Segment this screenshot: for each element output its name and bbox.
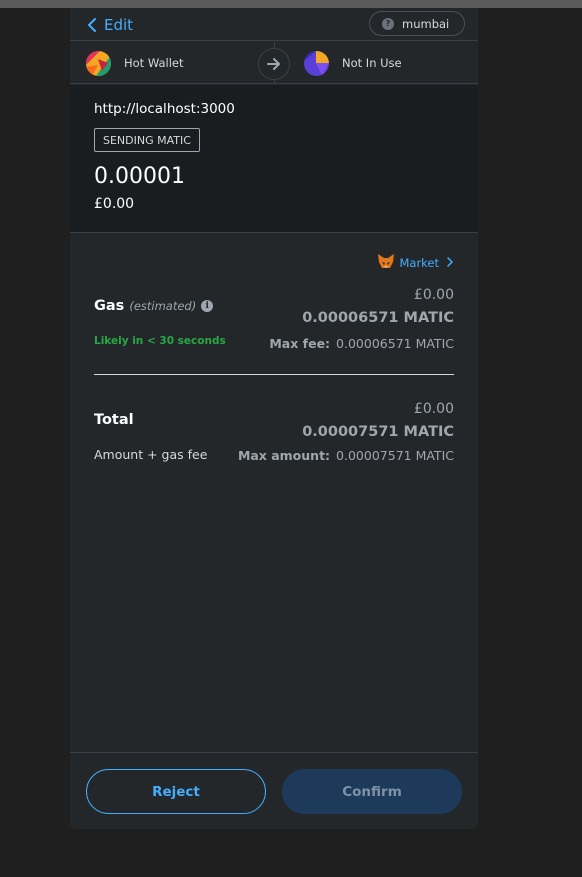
network-selector[interactable]: ? mumbai <box>369 11 465 36</box>
info-icon[interactable]: i <box>201 300 214 312</box>
confirm-button[interactable]: Confirm <box>282 769 462 814</box>
gas-native: 0.00006571 MATIC <box>302 310 454 326</box>
max-amount-value: 0.00007571 MATIC <box>336 448 454 463</box>
section-divider <box>94 374 454 375</box>
sending-tag: SENDING MATIC <box>94 128 200 152</box>
confirm-transaction-popup: Edit ? mumbai Hot Wallet Not In Use http… <box>70 8 478 829</box>
total-fiat: £0.00 <box>413 401 454 417</box>
gas-max-fee: Max fee: 0.00006571 MATIC <box>269 336 454 351</box>
chevron-right-icon <box>447 256 454 270</box>
reject-button[interactable]: Reject <box>86 769 266 814</box>
gas-timing: Likely in < 30 seconds <box>94 335 226 347</box>
footer: Reject Confirm <box>70 752 478 829</box>
network-name: mumbai <box>402 16 450 31</box>
total-title: Total <box>94 412 134 428</box>
max-fee-label: Max fee: <box>269 336 331 351</box>
send-amount: 0.00001 <box>94 164 185 189</box>
recipient-account[interactable]: Not In Use <box>304 50 402 76</box>
gas-label: Gas (estimated) i <box>94 298 214 314</box>
browser-top-strip <box>0 0 582 8</box>
sender-avatar-icon <box>86 50 111 76</box>
max-fee-value: 0.00006571 MATIC <box>336 336 454 351</box>
total-native: 0.00007571 MATIC <box>302 424 454 440</box>
max-amount-label: Max amount: <box>237 448 331 463</box>
sender-account[interactable]: Hot Wallet <box>86 50 184 76</box>
arrow-right-icon <box>258 48 290 80</box>
edit-button[interactable]: Edit <box>87 14 133 36</box>
total-subtitle: Amount + gas fee <box>94 447 208 462</box>
total-max-amount: Max amount: 0.00007571 MATIC <box>238 448 454 463</box>
gas-estimated: (estimated) <box>129 299 197 313</box>
market-label: Market <box>399 255 439 270</box>
gas-title: Gas <box>94 298 125 314</box>
question-icon: ? <box>382 17 394 30</box>
transaction-summary: http://localhost:3000 SENDING MATIC 0.00… <box>70 85 478 233</box>
gas-market-link[interactable]: Market <box>377 253 454 272</box>
origin-url: http://localhost:3000 <box>94 101 235 117</box>
sender-recipient-bar: Hot Wallet Not In Use <box>70 42 478 84</box>
header: Edit ? mumbai <box>70 8 478 41</box>
chevron-left-icon <box>87 18 97 32</box>
recipient-avatar-icon <box>304 50 329 76</box>
edit-label: Edit <box>104 16 134 34</box>
gas-fiat: £0.00 <box>413 287 454 303</box>
recipient-name: Not In Use <box>342 56 402 70</box>
send-amount-fiat: £0.00 <box>94 196 135 212</box>
fox-icon <box>377 253 395 272</box>
fee-details: Market Gas (estimated) i Likely in < 30 … <box>70 234 478 752</box>
sender-name: Hot Wallet <box>124 56 184 70</box>
